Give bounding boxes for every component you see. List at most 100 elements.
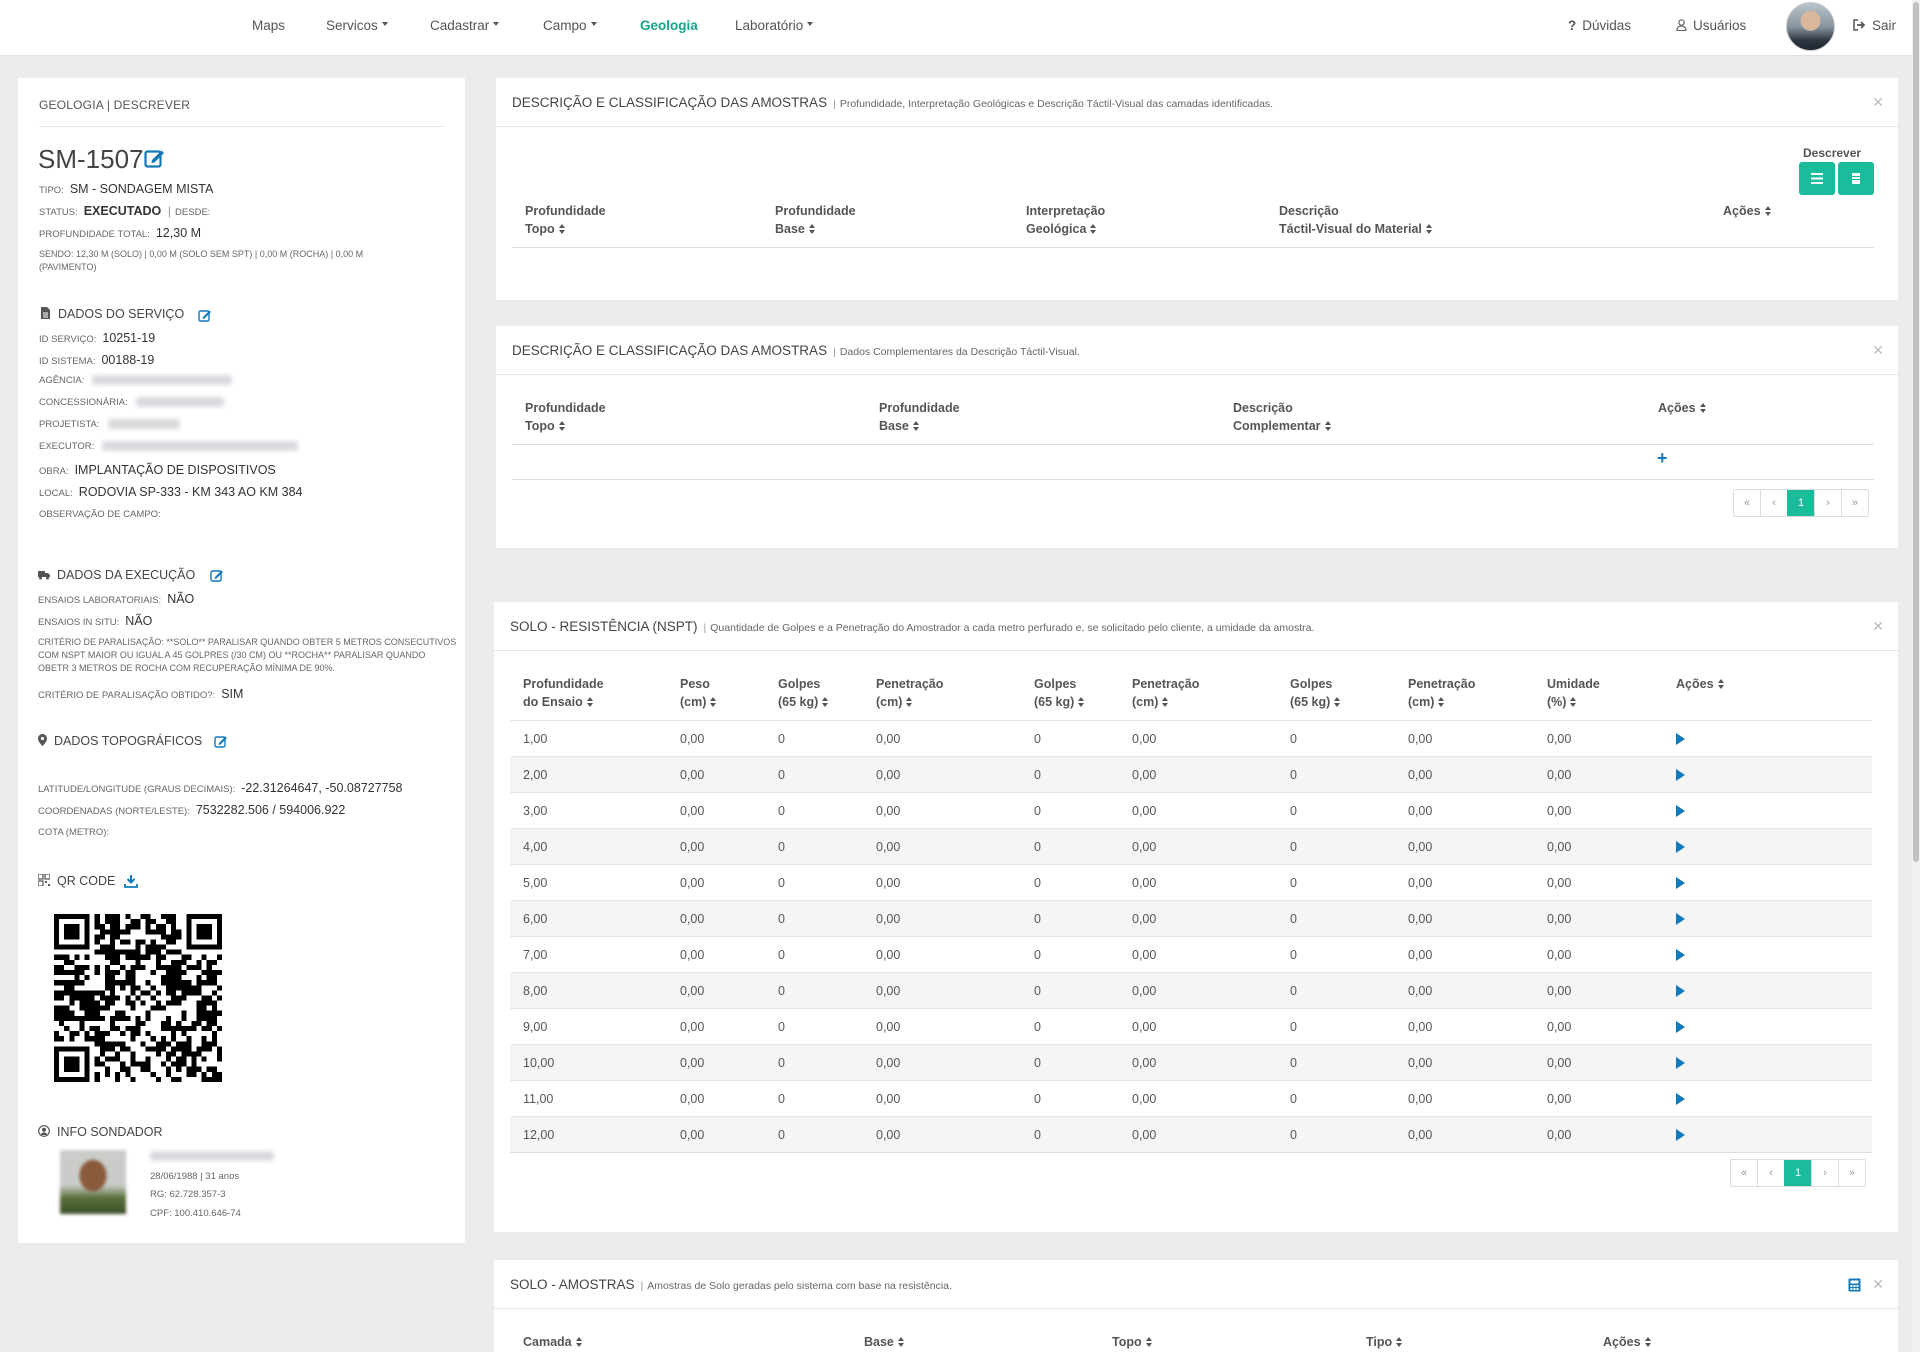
play-icon[interactable] bbox=[1676, 1093, 1685, 1105]
page-last[interactable]: » bbox=[1841, 490, 1868, 516]
col-label: (65 kg) bbox=[778, 695, 819, 709]
nav-logout[interactable]: Sair bbox=[1853, 18, 1896, 33]
col-complementar[interactable]: Descrição Complementar bbox=[1233, 399, 1332, 435]
page-next[interactable]: › bbox=[1811, 1160, 1838, 1186]
panel-subtitle-text: Dados Complementares da Descrição Táctil… bbox=[839, 346, 1080, 358]
page-prev[interactable]: ‹ bbox=[1760, 490, 1787, 516]
nspt-col-0[interactable]: Profundidade do Ensaio bbox=[523, 675, 604, 711]
table-cell: 0 bbox=[1290, 1128, 1297, 1142]
col-base[interactable]: Profundidade Base bbox=[775, 202, 856, 238]
latlon-label: LATITUDE/LONGITUDE (GRAUS DECIMAIS): bbox=[38, 784, 236, 795]
col-label: Topo bbox=[525, 222, 555, 236]
col-topo[interactable]: Profundidade Topo bbox=[525, 399, 606, 435]
nspt-col-1[interactable]: Peso (cm) bbox=[680, 675, 717, 711]
play-icon[interactable] bbox=[1676, 1021, 1685, 1033]
profundidade-value: 12,30 M bbox=[155, 226, 202, 240]
calculator-icon[interactable] bbox=[1848, 1278, 1861, 1292]
nav-laboratorio[interactable]: Laboratório bbox=[735, 18, 814, 33]
servico-header: DADOS DO SERVIÇO bbox=[39, 307, 184, 321]
add-icon[interactable]: + bbox=[1657, 448, 1668, 469]
table-cell: 0,00 bbox=[1408, 804, 1433, 818]
nspt-col-9[interactable]: Ações bbox=[1676, 675, 1725, 693]
sort-icon bbox=[1699, 403, 1707, 413]
chevron-down-icon bbox=[381, 22, 388, 27]
nspt-col-8[interactable]: Umidade (%) bbox=[1547, 675, 1600, 711]
table-cell: 0,00 bbox=[876, 732, 901, 746]
table-cell: 2,00 bbox=[523, 768, 548, 782]
play-icon[interactable] bbox=[1676, 841, 1685, 853]
play-icon[interactable] bbox=[1676, 733, 1685, 745]
edit-icon[interactable] bbox=[210, 568, 224, 582]
descrever-grid-button[interactable] bbox=[1838, 162, 1874, 195]
nspt-col-4[interactable]: Golpes (65 kg) bbox=[1034, 675, 1085, 711]
nav-campo[interactable]: Campo bbox=[543, 18, 597, 33]
nspt-col-6[interactable]: Golpes (65 kg) bbox=[1290, 675, 1341, 711]
play-icon[interactable] bbox=[1676, 1057, 1685, 1069]
col-descricao[interactable]: Descrição Táctil-Visual do Material bbox=[1279, 202, 1433, 238]
scrollbar[interactable] bbox=[1912, 0, 1920, 1352]
col-acoes[interactable]: Ações bbox=[1603, 1333, 1652, 1351]
download-icon[interactable] bbox=[124, 874, 138, 888]
play-icon[interactable] bbox=[1676, 913, 1685, 925]
table-cell: 0,00 bbox=[1408, 768, 1433, 782]
nav-help[interactable]: ? Dúvidas bbox=[1568, 18, 1631, 33]
col-acoes[interactable]: Ações bbox=[1723, 202, 1772, 220]
coord-label: COORDENADAS (NORTE/LESTE): bbox=[38, 806, 190, 817]
col-topo[interactable]: Topo bbox=[1112, 1333, 1153, 1351]
page-prev[interactable]: ‹ bbox=[1757, 1160, 1784, 1186]
page-first[interactable]: « bbox=[1734, 490, 1760, 516]
edit-icon[interactable] bbox=[144, 147, 166, 169]
nspt-col-7[interactable]: Penetração (cm) bbox=[1408, 675, 1475, 711]
col-base[interactable]: Base bbox=[864, 1333, 905, 1351]
nav-geologia[interactable]: Geologia bbox=[640, 18, 698, 33]
table-cell: 0,00 bbox=[680, 1092, 705, 1106]
col-topo[interactable]: Profundidade Topo bbox=[525, 202, 606, 238]
play-icon[interactable] bbox=[1676, 805, 1685, 817]
close-icon[interactable]: ✕ bbox=[1872, 1276, 1884, 1293]
page-1[interactable]: 1 bbox=[1787, 490, 1814, 516]
obtido-row: CRITÉRIO DE PARALISAÇÃO OBTIDO?: SIM bbox=[38, 687, 243, 701]
col-label: (%) bbox=[1547, 695, 1567, 709]
table-cell: 3,00 bbox=[523, 804, 548, 818]
page-1[interactable]: 1 bbox=[1784, 1160, 1811, 1186]
edit-icon[interactable] bbox=[214, 734, 228, 748]
tipo-label: TIPO: bbox=[39, 185, 64, 196]
table-cell: 0 bbox=[1290, 804, 1297, 818]
avatar[interactable] bbox=[1786, 2, 1835, 51]
nav-users[interactable]: Usuários bbox=[1676, 18, 1746, 33]
col-acoes[interactable]: Ações bbox=[1658, 399, 1707, 417]
nav-maps[interactable]: Maps bbox=[252, 18, 285, 33]
col-base[interactable]: Profundidade Base bbox=[879, 399, 960, 435]
play-icon[interactable] bbox=[1676, 985, 1685, 997]
col-interpretacao[interactable]: Interpretação Geológica bbox=[1026, 202, 1105, 238]
scrollbar-thumb[interactable] bbox=[1913, 2, 1919, 862]
nspt-col-2[interactable]: Golpes (65 kg) bbox=[778, 675, 829, 711]
play-icon[interactable] bbox=[1676, 1129, 1685, 1141]
divider bbox=[494, 1308, 1898, 1309]
col-label: Descrição bbox=[1279, 204, 1339, 218]
page-next[interactable]: › bbox=[1814, 490, 1841, 516]
nav-servicos[interactable]: Servicos bbox=[326, 18, 388, 33]
descrever-list-button[interactable] bbox=[1799, 162, 1835, 195]
page-first[interactable]: « bbox=[1731, 1160, 1757, 1186]
nspt-col-5[interactable]: Penetração (cm) bbox=[1132, 675, 1199, 711]
close-icon[interactable]: ✕ bbox=[1872, 618, 1884, 635]
col-label: Base bbox=[864, 1335, 894, 1349]
col-label: Penetração bbox=[1408, 677, 1476, 691]
page-last[interactable]: » bbox=[1838, 1160, 1865, 1186]
edit-icon[interactable] bbox=[198, 308, 212, 322]
col-camada[interactable]: Camada bbox=[523, 1333, 583, 1351]
servico-title: DADOS DO SERVIÇO bbox=[58, 307, 185, 321]
sort-icon bbox=[1324, 421, 1332, 431]
redacted-value bbox=[107, 419, 180, 430]
nav-cadastrar[interactable]: Cadastrar bbox=[430, 18, 500, 33]
col-tipo[interactable]: Tipo bbox=[1366, 1333, 1403, 1351]
play-icon[interactable] bbox=[1676, 769, 1685, 781]
play-icon[interactable] bbox=[1676, 877, 1685, 889]
col-label: Interpretação bbox=[1026, 204, 1106, 218]
close-icon[interactable]: ✕ bbox=[1872, 342, 1884, 359]
top-navbar: Maps Servicos Cadastrar Campo Geologia L… bbox=[0, 0, 1920, 56]
play-icon[interactable] bbox=[1676, 949, 1685, 961]
nspt-col-3[interactable]: Penetração (cm) bbox=[876, 675, 943, 711]
close-icon[interactable]: ✕ bbox=[1872, 94, 1884, 111]
